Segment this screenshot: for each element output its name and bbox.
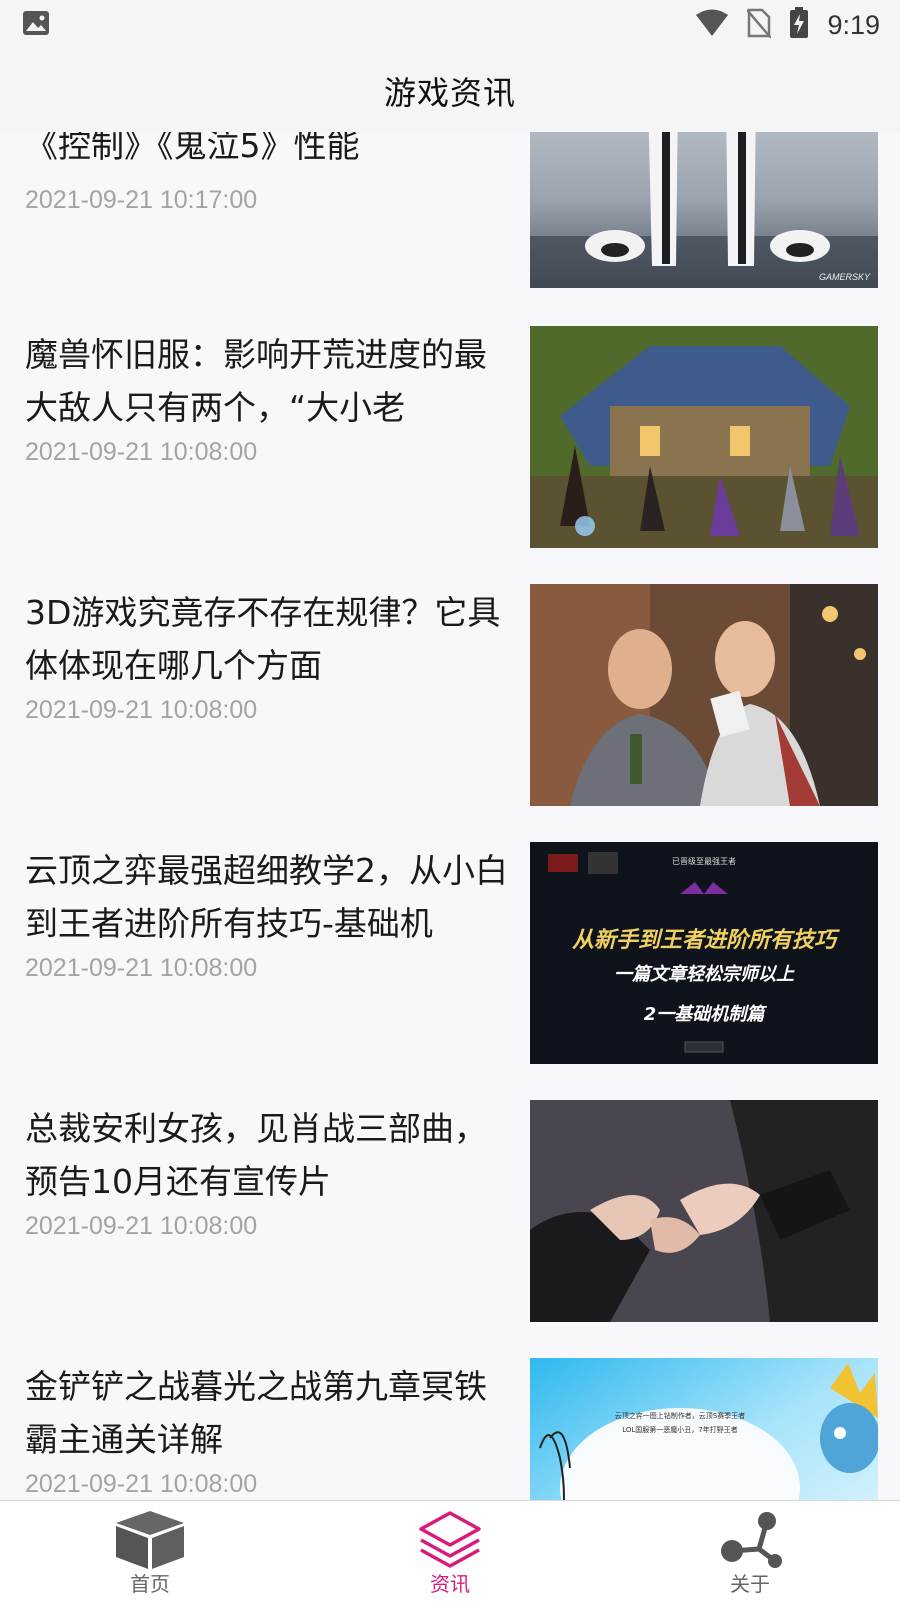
news-date: 2021-09-21 10:08:00: [25, 1470, 258, 1498]
nav-label: 资讯: [430, 1572, 470, 1596]
app-header: 游戏资讯: [0, 50, 900, 132]
news-thumbnail[interactable]: [530, 584, 878, 806]
thumb-text: 云顶之弈一图上钻制作者，云顶S赛季王者: [615, 1411, 745, 1420]
news-item[interactable]: 魔兽怀旧服：影响开荒进度的最大敌人只有两个，“大小老 2021-09-21 10…: [0, 304, 900, 562]
status-bar: 9:19: [0, 0, 900, 50]
news-item[interactable]: 《控制》《鬼泣5》性能 2021-09-21 10:17:00 GAMERSKY: [0, 132, 900, 304]
news-thumbnail[interactable]: 已晋级至最强王者 从新手到王者进阶所有技巧 一篇文章轻松宗师以上 2一基础机制篇: [530, 842, 878, 1064]
page-title: 游戏资讯: [383, 74, 516, 112]
news-thumbnail[interactable]: 云顶之弈一图上钻制作者，云顶S赛季王者 LOL国服第一恶魔小丑，7年打野王者: [530, 1358, 878, 1500]
news-date: 2021-09-21 10:08:00: [25, 438, 258, 466]
news-title: 《控制》《鬼泣5》性能: [25, 132, 360, 165]
no-sim-icon: [746, 8, 773, 42]
thumb-text: 一篇文章轻松宗师以上: [614, 964, 795, 985]
news-title: 金铲铲之战暮光之战第九章冥铁霸主通关详解: [25, 1367, 487, 1459]
news-title: 云顶之弈最强超细教学2，从小白到王者进阶所有技巧-基础机: [25, 851, 508, 943]
news-thumbnail[interactable]: [530, 326, 878, 548]
image-icon: [22, 10, 50, 40]
nav-label: 关于: [730, 1572, 770, 1596]
cube-icon: [114, 1509, 186, 1575]
thumb-text: 已晋级至最强王者: [672, 856, 736, 866]
news-item[interactable]: 总裁安利女孩，见肖战三部曲，预告10月还有宣传片 2021-09-21 10:0…: [0, 1078, 900, 1336]
nav-label: 首页: [130, 1572, 170, 1596]
news-title: 魔兽怀旧服：影响开荒进度的最大敌人只有两个，“大小老: [25, 335, 487, 427]
status-time: 9:19: [827, 9, 880, 40]
news-date: 2021-09-21 10:17:00: [25, 186, 258, 214]
news-date: 2021-09-21 10:08:00: [25, 1212, 258, 1240]
news-list[interactable]: 《控制》《鬼泣5》性能 2021-09-21 10:17:00 GAMERSKY…: [0, 132, 900, 1500]
news-item[interactable]: 云顶之弈最强超细教学2，从小白到王者进阶所有技巧-基础机 2021-09-21 …: [0, 820, 900, 1078]
share-nodes-icon: [717, 1509, 783, 1575]
thumb-text: 从新手到王者进阶所有技巧: [572, 927, 840, 953]
news-thumbnail[interactable]: GAMERSKY: [530, 132, 878, 288]
thumb-watermark: GAMERSKY: [819, 272, 871, 282]
thumb-text: 2一基础机制篇: [644, 1004, 768, 1025]
bottom-nav: 首页 资讯 关于: [0, 1500, 900, 1601]
news-title: 总裁安利女孩，见肖战三部曲，预告10月还有宣传片: [25, 1109, 487, 1201]
wifi-icon: [695, 9, 729, 41]
news-title: 3D游戏究竟存不存在规律？它具体体现在哪几个方面: [25, 593, 501, 685]
nav-item-news[interactable]: 资讯: [350, 1501, 550, 1601]
battery-charging-icon: [789, 7, 809, 43]
news-thumbnail[interactable]: [530, 1100, 878, 1322]
news-date: 2021-09-21 10:08:00: [25, 696, 258, 724]
nav-item-about[interactable]: 关于: [650, 1501, 850, 1601]
nav-item-home[interactable]: 首页: [50, 1501, 250, 1601]
news-item[interactable]: 金铲铲之战暮光之战第九章冥铁霸主通关详解 2021-09-21 10:08:00…: [0, 1336, 900, 1500]
layers-icon: [417, 1509, 483, 1575]
thumb-text: LOL国服第一恶魔小丑，7年打野王者: [622, 1425, 738, 1434]
news-item[interactable]: 3D游戏究竟存不存在规律？它具体体现在哪几个方面 2021-09-21 10:0…: [0, 562, 900, 820]
news-date: 2021-09-21 10:08:00: [25, 954, 258, 982]
